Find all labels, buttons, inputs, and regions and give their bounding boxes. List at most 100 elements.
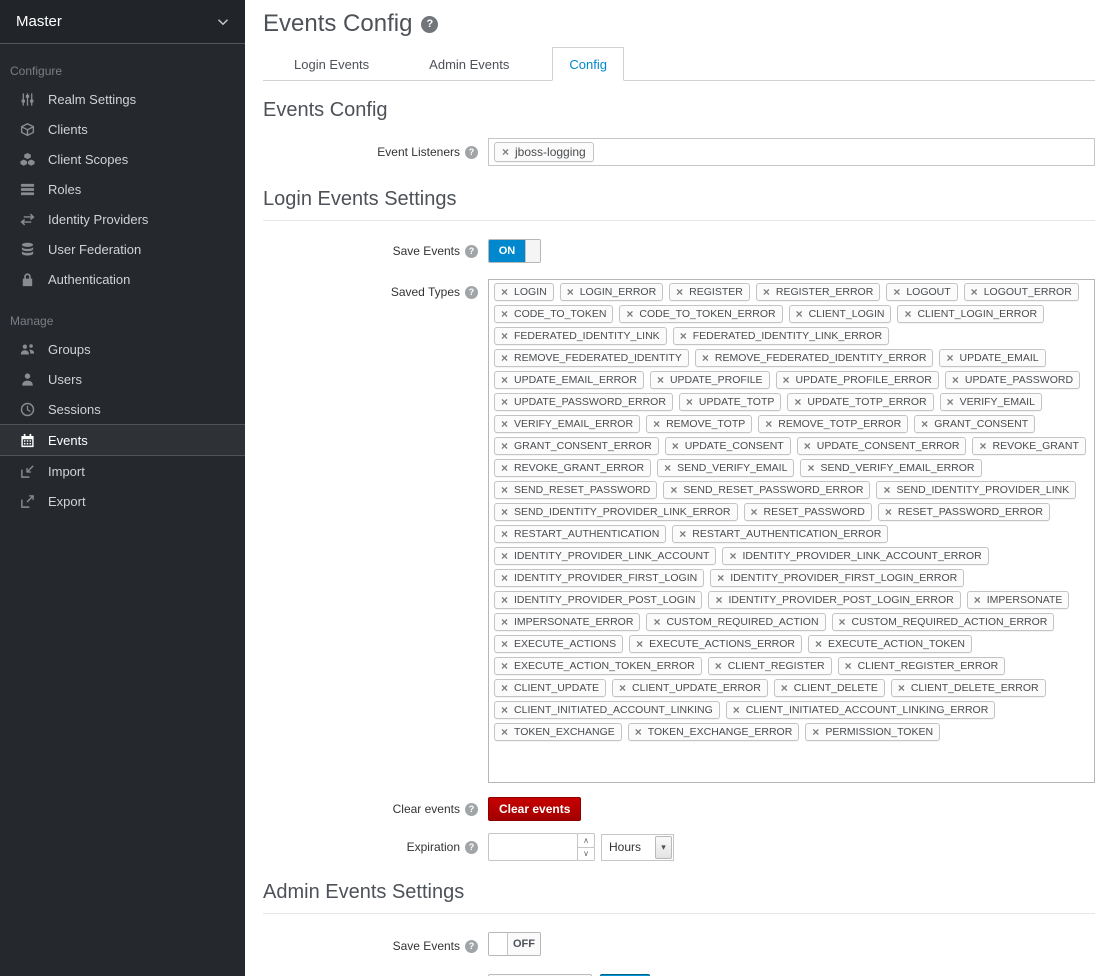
remove-tag-icon[interactable]: × — [898, 682, 905, 694]
realm-selector[interactable]: Master — [0, 0, 245, 44]
remove-tag-icon[interactable]: × — [653, 418, 660, 430]
tab-login-events[interactable]: Login Events — [277, 47, 386, 81]
expiration-input[interactable] — [488, 833, 578, 861]
remove-tag-icon[interactable]: × — [501, 330, 508, 342]
remove-tag-icon[interactable]: × — [979, 440, 986, 452]
remove-tag-icon[interactable]: × — [502, 146, 509, 158]
remove-tag-icon[interactable]: × — [626, 308, 633, 320]
sidebar-item-roles[interactable]: Roles — [0, 174, 245, 204]
remove-tag-icon[interactable]: × — [883, 484, 890, 496]
help-icon[interactable]: ? — [465, 245, 478, 258]
remove-tag-icon[interactable]: × — [781, 682, 788, 694]
sidebar-item-events[interactable]: Events — [0, 424, 245, 456]
remove-tag-icon[interactable]: × — [501, 418, 508, 430]
remove-tag-icon[interactable]: × — [794, 396, 801, 408]
remove-tag-icon[interactable]: × — [783, 374, 790, 386]
remove-tag-icon[interactable]: × — [893, 286, 900, 298]
remove-tag-icon[interactable]: × — [653, 616, 660, 628]
remove-tag-icon[interactable]: × — [501, 352, 508, 364]
help-icon[interactable]: ? — [465, 841, 478, 854]
remove-tag-icon[interactable]: × — [904, 308, 911, 320]
remove-tag-icon[interactable]: × — [636, 638, 643, 650]
sidebar-item-user-federation[interactable]: User Federation — [0, 234, 245, 264]
tab-admin-events[interactable]: Admin Events — [412, 47, 526, 81]
sidebar-item-realm-settings[interactable]: Realm Settings — [0, 84, 245, 114]
admin-save-events-toggle[interactable]: OFF — [488, 932, 541, 956]
remove-tag-icon[interactable]: × — [501, 594, 508, 606]
remove-tag-icon[interactable]: × — [501, 704, 508, 716]
remove-tag-icon[interactable]: × — [567, 286, 574, 298]
remove-tag-icon[interactable]: × — [947, 396, 954, 408]
sidebar-item-sessions[interactable]: Sessions — [0, 394, 245, 424]
remove-tag-icon[interactable]: × — [501, 308, 508, 320]
remove-tag-icon[interactable]: × — [501, 660, 508, 672]
remove-tag-icon[interactable]: × — [635, 726, 642, 738]
remove-tag-icon[interactable]: × — [839, 616, 846, 628]
remove-tag-icon[interactable]: × — [885, 506, 892, 518]
remove-tag-icon[interactable]: × — [501, 374, 508, 386]
remove-tag-icon[interactable]: × — [812, 726, 819, 738]
help-icon[interactable]: ? — [465, 146, 478, 159]
remove-tag-icon[interactable]: × — [715, 660, 722, 672]
remove-tag-icon[interactable]: × — [680, 330, 687, 342]
remove-tag-icon[interactable]: × — [751, 506, 758, 518]
remove-tag-icon[interactable]: × — [796, 308, 803, 320]
remove-tag-icon[interactable]: × — [501, 484, 508, 496]
remove-tag-icon[interactable]: × — [686, 396, 693, 408]
save-events-toggle[interactable]: ON — [488, 239, 541, 263]
spinner-down-icon[interactable]: ∨ — [577, 847, 595, 862]
remove-tag-icon[interactable]: × — [619, 682, 626, 694]
sidebar-item-export[interactable]: Export — [0, 486, 245, 516]
remove-tag-icon[interactable]: × — [501, 638, 508, 650]
remove-tag-icon[interactable]: × — [815, 638, 822, 650]
remove-tag-icon[interactable]: × — [974, 594, 981, 606]
event-listeners-input[interactable]: ×jboss-logging — [488, 138, 1095, 166]
sidebar-item-authentication[interactable]: Authentication — [0, 264, 245, 294]
sidebar-item-groups[interactable]: Groups — [0, 334, 245, 364]
sidebar-item-users[interactable]: Users — [0, 364, 245, 394]
remove-tag-icon[interactable]: × — [501, 440, 508, 452]
remove-tag-icon[interactable]: × — [672, 440, 679, 452]
remove-tag-icon[interactable]: × — [501, 550, 508, 562]
remove-tag-icon[interactable]: × — [763, 286, 770, 298]
remove-tag-icon[interactable]: × — [971, 286, 978, 298]
remove-tag-icon[interactable]: × — [664, 462, 671, 474]
remove-tag-icon[interactable]: × — [845, 660, 852, 672]
expiration-unit-select[interactable]: Hours ▾ — [601, 834, 674, 861]
remove-tag-icon[interactable]: × — [921, 418, 928, 430]
remove-tag-icon[interactable]: × — [501, 528, 508, 540]
help-icon[interactable]: ? — [465, 803, 478, 816]
remove-tag-icon[interactable]: × — [501, 682, 508, 694]
help-icon[interactable]: ? — [465, 940, 478, 953]
remove-tag-icon[interactable]: × — [679, 528, 686, 540]
sidebar-item-clients[interactable]: Clients — [0, 114, 245, 144]
remove-tag-icon[interactable]: × — [501, 506, 508, 518]
remove-tag-icon[interactable]: × — [501, 572, 508, 584]
remove-tag-icon[interactable]: × — [715, 594, 722, 606]
remove-tag-icon[interactable]: × — [501, 396, 508, 408]
remove-tag-icon[interactable]: × — [717, 572, 724, 584]
remove-tag-icon[interactable]: × — [946, 352, 953, 364]
remove-tag-icon[interactable]: × — [501, 462, 508, 474]
remove-tag-icon[interactable]: × — [702, 352, 709, 364]
spinner-up-icon[interactable]: ∧ — [577, 833, 595, 848]
remove-tag-icon[interactable]: × — [501, 616, 508, 628]
remove-tag-icon[interactable]: × — [765, 418, 772, 430]
clear-events-button[interactable]: Clear events — [488, 797, 581, 821]
sidebar-item-identity-providers[interactable]: Identity Providers — [0, 204, 245, 234]
remove-tag-icon[interactable]: × — [807, 462, 814, 474]
remove-tag-icon[interactable]: × — [670, 484, 677, 496]
remove-tag-icon[interactable]: × — [804, 440, 811, 452]
sidebar-item-client-scopes[interactable]: Client Scopes — [0, 144, 245, 174]
remove-tag-icon[interactable]: × — [729, 550, 736, 562]
saved-types-multiselect[interactable]: ×LOGIN×LOGIN_ERROR×REGISTER×REGISTER_ERR… — [488, 279, 1095, 783]
remove-tag-icon[interactable]: × — [733, 704, 740, 716]
remove-tag-icon[interactable]: × — [657, 374, 664, 386]
sidebar-item-import[interactable]: Import — [0, 456, 245, 486]
tab-config[interactable]: Config — [552, 47, 624, 81]
remove-tag-icon[interactable]: × — [501, 286, 508, 298]
help-icon[interactable]: ? — [421, 16, 438, 33]
remove-tag-icon[interactable]: × — [501, 726, 508, 738]
help-icon[interactable]: ? — [465, 286, 478, 299]
remove-tag-icon[interactable]: × — [676, 286, 683, 298]
